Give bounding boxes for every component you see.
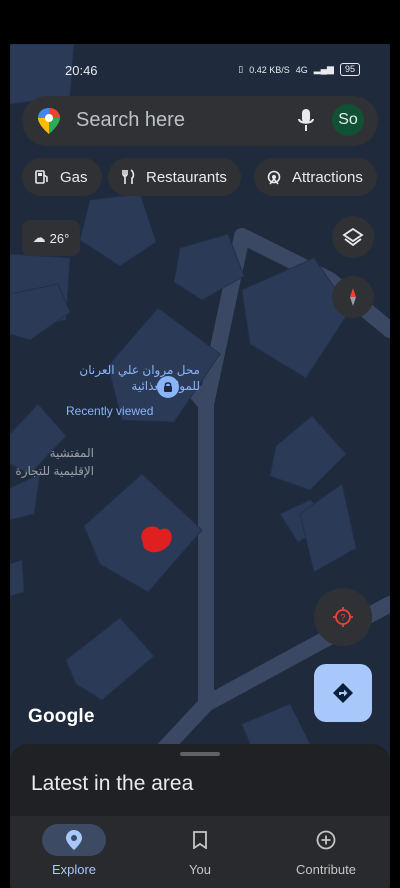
directions-button[interactable]	[314, 664, 372, 722]
sheet-drag-handle[interactable]	[180, 752, 220, 756]
search-bar[interactable]: Search here So	[22, 96, 378, 146]
nav-explore[interactable]: Explore	[14, 824, 134, 884]
attractions-icon	[267, 170, 281, 185]
nav-you[interactable]: You	[140, 824, 260, 884]
gas-station-icon	[35, 170, 48, 184]
vibrate-icon: ▯	[238, 64, 244, 74]
compass-icon	[350, 288, 356, 306]
google-attribution: Google	[28, 706, 95, 727]
partly-cloudy-icon: ☁	[32, 230, 46, 245]
signal-icon: ▂▄▆	[313, 64, 334, 74]
status-time: 20:46	[65, 63, 98, 78]
chip-attractions-label: Attractions	[292, 168, 363, 186]
bookmark-icon	[193, 831, 207, 849]
search-input[interactable]: Search here	[76, 109, 185, 132]
nav-explore-icon-wrap	[42, 824, 106, 856]
lock-icon	[164, 382, 172, 392]
chip-gas-label: Gas	[60, 168, 88, 186]
area-label[interactable]: المفتشية الإقليمية للتجارة	[10, 444, 94, 480]
location-target-icon: ?	[333, 607, 353, 627]
status-icons: ▯ 0.42 KB/S 4G ▂▄▆ 95	[238, 63, 360, 76]
sheet-title: Latest in the area	[31, 772, 194, 795]
microphone-icon[interactable]	[298, 109, 314, 133]
my-location-button[interactable]: ?	[314, 588, 372, 646]
nav-you-label: You	[189, 862, 211, 877]
chip-gas[interactable]: Gas	[22, 158, 102, 196]
add-circle-icon	[316, 830, 336, 850]
nav-explore-label: Explore	[51, 862, 97, 877]
area-label-line2: الإقليمية للتجارة	[15, 464, 94, 478]
location-pin-icon	[66, 830, 82, 850]
directions-icon	[333, 683, 353, 703]
account-avatar[interactable]: So	[332, 104, 364, 136]
compass-button[interactable]	[332, 276, 374, 318]
category-chips: Gas Restaurants Attractions	[22, 158, 390, 196]
chip-restaurants-label: Restaurants	[146, 168, 227, 186]
nav-contribute[interactable]: Contribute	[266, 824, 386, 884]
weather-temperature: 26°	[49, 230, 70, 246]
chip-attractions[interactable]: Attractions	[254, 158, 377, 196]
nav-you-icon-wrap	[168, 824, 232, 856]
maps-screen: 20:46 ▯ 0.42 KB/S 4G ▂▄▆ 95 Search here …	[10, 44, 390, 888]
layers-icon	[342, 227, 364, 247]
battery-indicator: 95	[339, 63, 360, 76]
nav-contribute-label: Contribute	[296, 862, 356, 877]
poi-status: Recently viewed	[66, 404, 154, 418]
area-label-line1: المفتشية	[49, 446, 94, 460]
poi-marker[interactable]	[157, 376, 179, 398]
weather-badge[interactable]: ☁ 26°	[22, 220, 80, 256]
status-bar: 20:46 ▯ 0.42 KB/S 4G ▂▄▆ 95	[10, 44, 390, 96]
chip-restaurants[interactable]: Restaurants	[108, 158, 241, 196]
svg-text:?: ?	[340, 613, 345, 623]
nav-contribute-icon-wrap	[294, 824, 358, 856]
network-speed: 0.42 KB/S	[249, 64, 290, 75]
fork-knife-icon	[122, 169, 135, 184]
layers-button[interactable]	[332, 216, 374, 258]
network-type: 4G	[295, 64, 308, 75]
bottom-navigation: Explore You Contribute	[10, 816, 390, 888]
google-maps-logo-icon	[38, 108, 60, 134]
